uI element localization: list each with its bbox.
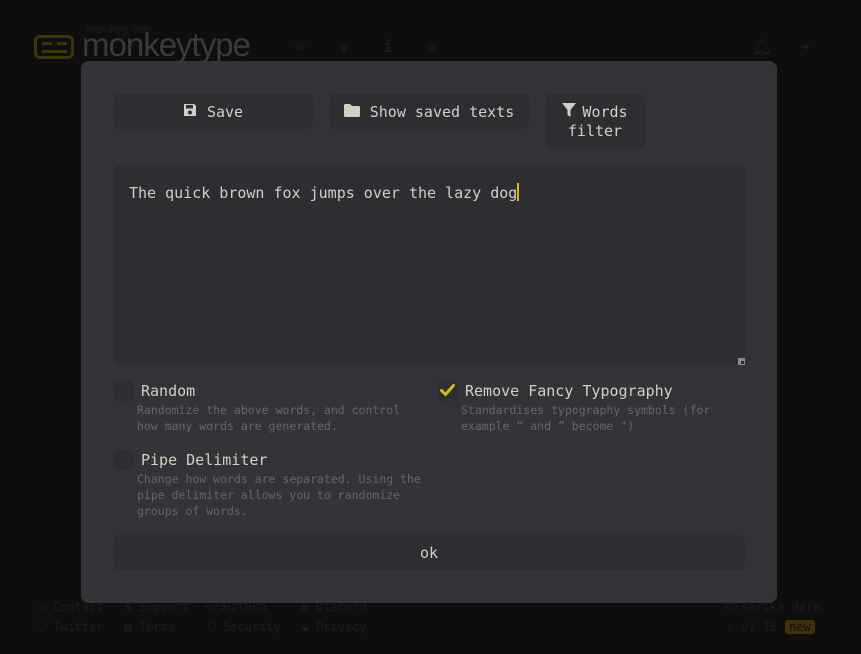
show-saved-texts-label: Show saved texts — [369, 102, 515, 121]
random-description: Randomize the above words, and control h… — [137, 403, 401, 433]
pipe-delimiter-description: Change how words are separated. Using th… — [137, 472, 421, 518]
filter-icon — [562, 102, 577, 122]
custom-text-input[interactable]: The quick brown fox jumps over the lazy … — [113, 165, 745, 365]
show-saved-texts-button[interactable]: Show saved texts — [329, 94, 529, 129]
remove-fancy-typography-checkbox[interactable] — [437, 381, 457, 401]
save-label: Save — [206, 102, 244, 121]
resize-handle[interactable] — [738, 358, 745, 365]
ok-button[interactable]: ok — [113, 535, 745, 570]
random-title[interactable]: Random — [141, 382, 195, 400]
save-button[interactable]: Save — [113, 94, 313, 129]
remove-fancy-typography-title[interactable]: Remove Fancy Typography — [465, 382, 673, 400]
words-filter-label: Words — [582, 102, 628, 121]
pipe-delimiter-title[interactable]: Pipe Delimiter — [141, 451, 267, 469]
save-icon — [183, 103, 197, 121]
words-filter-button[interactable]: Words filter — [545, 94, 645, 149]
remove-fancy-typography-description: Standardises typography symbols (for exa… — [461, 403, 711, 433]
custom-text-value: The quick brown fox jumps over the lazy … — [129, 184, 518, 202]
check-icon — [440, 384, 455, 396]
pipe-delimiter-checkbox[interactable] — [113, 450, 133, 470]
words-filter-line1: Words — [562, 102, 628, 122]
text-caret — [517, 183, 520, 201]
custom-text-modal: Save Show saved texts Words filter The q… — [81, 61, 777, 603]
folder-icon — [343, 103, 360, 121]
random-checkbox[interactable] — [113, 381, 133, 401]
page: monkey see monkeytype ⌨ ♛ i ⚙ 🔔︎ ➜ ✉Cont… — [0, 0, 861, 654]
words-filter-line2: filter — [567, 121, 623, 140]
